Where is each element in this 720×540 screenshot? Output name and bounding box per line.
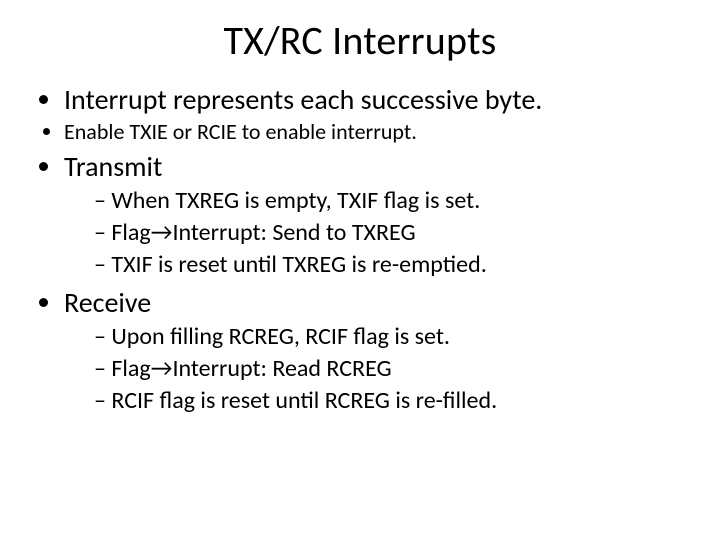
transmit-sublist: When TXREG is empty, TXIF flag is set. F… [64,186,692,280]
bullet-interrupt-represents: Interrupt represents each successive byt… [64,83,692,117]
slide: TX/RC Interrupts Interrupt represents ea… [0,0,720,540]
bullet-list: Interrupt represents each successive byt… [28,83,692,417]
bullet-receive-label: Receive [64,285,151,320]
bullet-transmit: Transmit When TXREG is empty, TXIF flag … [64,150,692,280]
transmit-sub-1: When TXREG is empty, TXIF flag is set. [94,186,692,217]
receive-sub-1: Upon filling RCREG, RCIF flag is set. [94,322,692,353]
bullet-enable-txie-rcie: Enable TXIE or RCIE to enable interrupt. [64,119,692,146]
transmit-sub-3: TXIF is reset until TXREG is re-emptied. [94,250,692,281]
slide-title: TX/RC Interrupts [28,16,692,65]
transmit-sub-2: Flag→Interrupt: Send to TXREG [94,218,692,249]
bullet-transmit-label: Transmit [64,149,162,184]
receive-sub-3: RCIF flag is reset until RCREG is re-fil… [94,386,692,417]
receive-sub-2: Flag→Interrupt: Read RCREG [94,354,692,385]
bullet-receive: Receive Upon filling RCREG, RCIF flag is… [64,286,692,416]
receive-sublist: Upon filling RCREG, RCIF flag is set. Fl… [64,322,692,416]
